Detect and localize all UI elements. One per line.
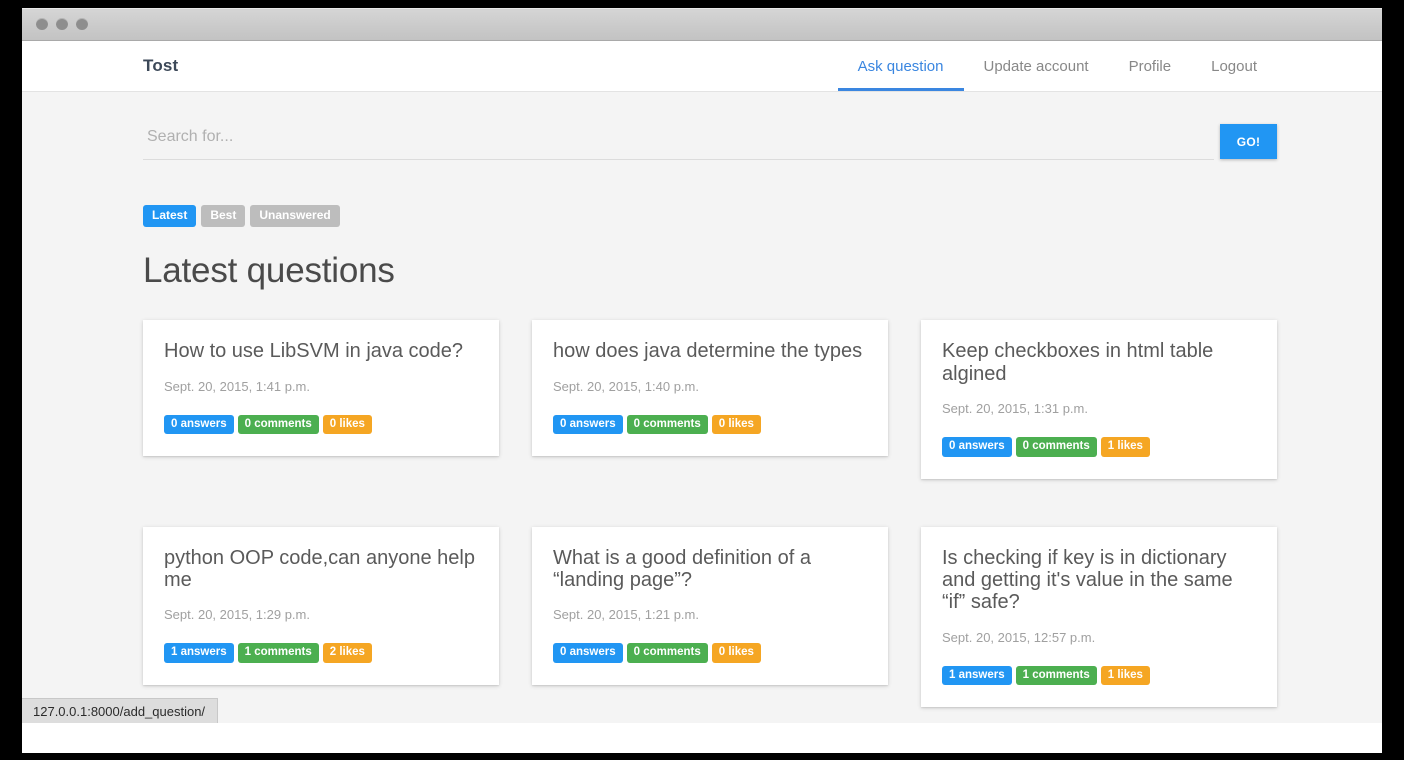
comments-badge[interactable]: 1 comments <box>1015 665 1097 686</box>
likes-badge[interactable]: 1 likes <box>1100 436 1150 457</box>
question-badges: 1 answers 1 comments 2 likes <box>164 643 477 664</box>
close-icon[interactable] <box>36 18 48 30</box>
answers-badge[interactable]: 0 answers <box>553 643 623 664</box>
page-viewport: Tost Ask question Update account Profile… <box>22 41 1382 723</box>
answers-badge[interactable]: 1 answers <box>164 643 234 664</box>
site-navbar: Tost Ask question Update account Profile… <box>22 41 1382 92</box>
answers-badge[interactable]: 0 answers <box>942 436 1012 457</box>
comments-badge[interactable]: 0 comments <box>626 643 708 664</box>
likes-badge[interactable]: 0 likes <box>322 414 372 435</box>
question-badges: 0 answers 0 comments 0 likes <box>553 414 866 435</box>
question-card[interactable]: Keep checkboxes in html table algined Se… <box>921 320 1277 479</box>
search-input[interactable] <box>143 120 1214 160</box>
filter-pill-unanswered[interactable]: Unanswered <box>250 205 340 228</box>
question-title[interactable]: How to use LibSVM in java code? <box>164 340 477 362</box>
question-badges: 0 answers 0 comments 0 likes <box>553 643 866 664</box>
filter-pill-latest[interactable]: Latest <box>143 205 197 228</box>
comments-badge[interactable]: 0 comments <box>237 414 319 435</box>
question-card[interactable]: Is checking if key is in dictionary and … <box>921 526 1277 708</box>
answers-badge[interactable]: 1 answers <box>942 665 1012 686</box>
question-title[interactable]: Is checking if key is in dictionary and … <box>942 547 1255 614</box>
filter-pills: Latest Best Unanswered <box>143 205 1277 228</box>
nav-link-logout[interactable]: Logout <box>1191 41 1277 91</box>
browser-titlebar <box>22 8 1382 41</box>
page-title: Latest questions <box>143 251 395 291</box>
question-card[interactable]: How to use LibSVM in java code? Sept. 20… <box>143 320 499 457</box>
comments-badge[interactable]: 1 comments <box>237 643 319 664</box>
question-title[interactable]: how does java determine the types <box>553 340 866 362</box>
window-controls <box>36 18 88 30</box>
nav-link-profile[interactable]: Profile <box>1109 41 1192 91</box>
filter-pill-best[interactable]: Best <box>201 205 246 228</box>
search-row: GO! <box>143 92 1277 160</box>
question-badges: 1 answers 1 comments 1 likes <box>942 665 1255 686</box>
likes-badge[interactable]: 0 likes <box>711 414 761 435</box>
question-date: Sept. 20, 2015, 1:41 p.m. <box>164 378 310 394</box>
question-card[interactable]: python OOP code,can anyone help me Sept.… <box>143 526 499 686</box>
main-content: GO! Latest Best Unanswered Latest questi… <box>22 92 1382 708</box>
browser-window: Tost Ask question Update account Profile… <box>22 8 1382 753</box>
site-brand[interactable]: Tost <box>22 41 178 91</box>
answers-badge[interactable]: 0 answers <box>553 414 623 435</box>
question-badges: 0 answers 0 comments 0 likes <box>164 414 477 435</box>
search-go-button[interactable]: GO! <box>1220 124 1277 159</box>
nav-links: Ask question Update account Profile Logo… <box>837 41 1382 91</box>
titlebar-highlight <box>22 8 1382 9</box>
nav-link-ask-question[interactable]: Ask question <box>837 41 964 91</box>
likes-badge[interactable]: 0 likes <box>711 643 761 664</box>
question-badges: 0 answers 0 comments 1 likes <box>942 436 1255 457</box>
questions-grid: How to use LibSVM in java code? Sept. 20… <box>143 320 1277 708</box>
question-date: Sept. 20, 2015, 1:31 p.m. <box>942 400 1088 416</box>
question-date: Sept. 20, 2015, 1:40 p.m. <box>553 378 699 394</box>
question-title[interactable]: What is a good definition of a “landing … <box>553 547 866 592</box>
question-title[interactable]: Keep checkboxes in html table algined <box>942 340 1255 385</box>
question-card[interactable]: What is a good definition of a “landing … <box>532 526 888 686</box>
question-date: Sept. 20, 2015, 1:21 p.m. <box>553 607 699 623</box>
question-card[interactable]: how does java determine the types Sept. … <box>532 320 888 457</box>
status-bar-url: 127.0.0.1:8000/add_question/ <box>22 698 219 723</box>
maximize-icon[interactable] <box>76 18 88 30</box>
nav-link-update-account[interactable]: Update account <box>964 41 1109 91</box>
likes-badge[interactable]: 2 likes <box>322 643 372 664</box>
likes-badge[interactable]: 1 likes <box>1100 665 1150 686</box>
question-title[interactable]: python OOP code,can anyone help me <box>164 547 477 592</box>
comments-badge[interactable]: 0 comments <box>626 414 708 435</box>
comments-badge[interactable]: 0 comments <box>1015 436 1097 457</box>
question-date: Sept. 20, 2015, 12:57 p.m. <box>942 629 1096 645</box>
answers-badge[interactable]: 0 answers <box>164 414 234 435</box>
minimize-icon[interactable] <box>56 18 68 30</box>
question-date: Sept. 20, 2015, 1:29 p.m. <box>164 607 310 623</box>
